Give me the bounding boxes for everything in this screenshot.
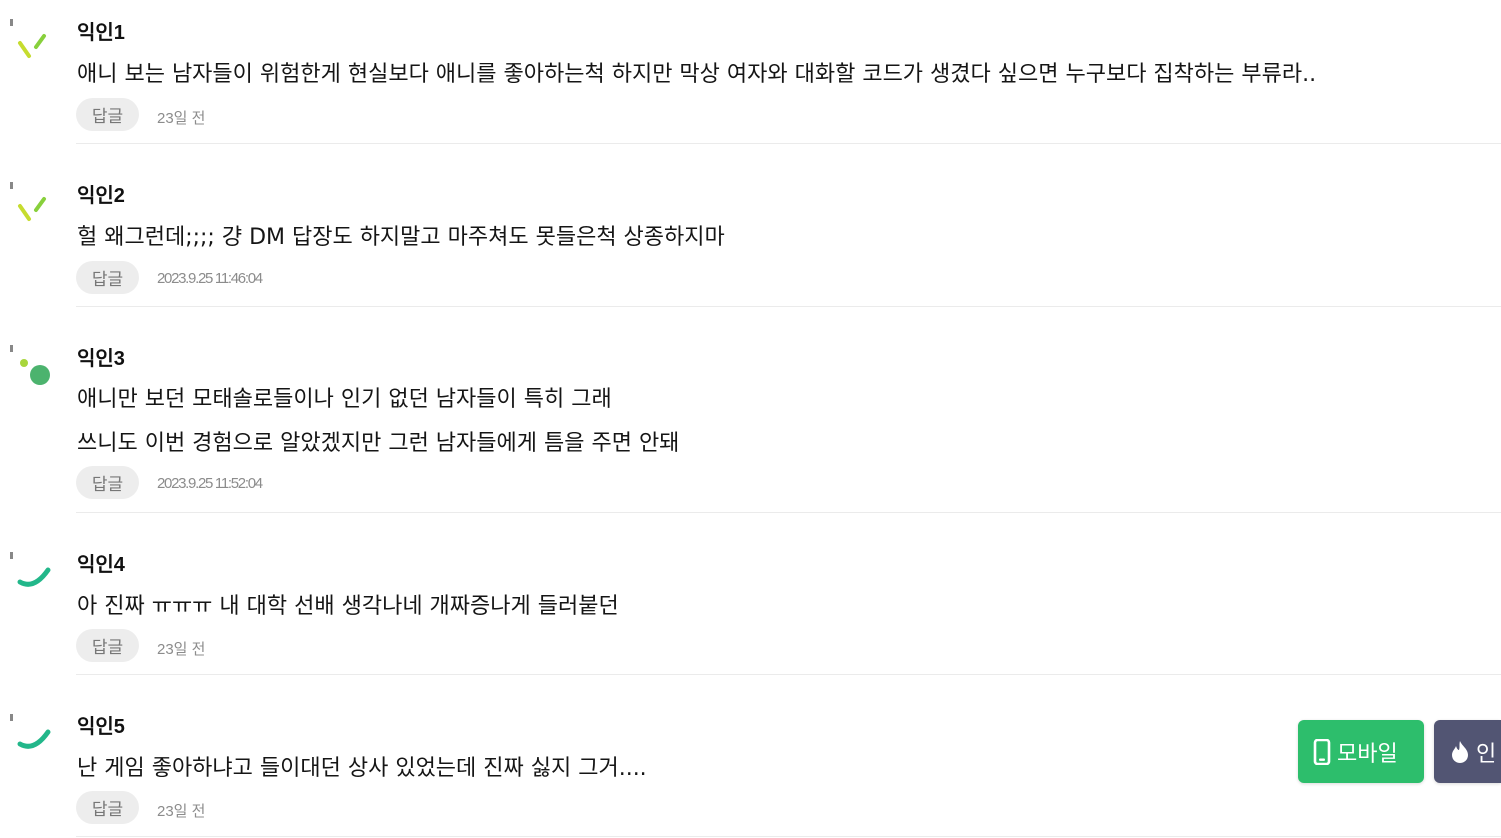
avatar — [10, 182, 46, 221]
mobile-button[interactable]: 모바일 — [1298, 720, 1424, 783]
comment-divider — [76, 143, 1501, 144]
comment-author: 익인3 — [77, 348, 125, 370]
comment-divider — [76, 306, 1501, 307]
comment-text: 애니 보는 남자들이 위험한게 현실보다 애니를 좋아하는척 하지만 막상 여자… — [77, 62, 1317, 87]
comment-timestamp: 2023.9.25 11:52:04 — [157, 475, 263, 492]
comment-timestamp: 23일 전 — [157, 110, 206, 127]
comment-divider — [76, 674, 1501, 675]
reply-button[interactable]: 답글 — [76, 466, 139, 499]
comment-author: 익인4 — [77, 554, 125, 576]
comment-timestamp: 23일 전 — [157, 803, 206, 820]
reply-button[interactable]: 답글 — [76, 261, 139, 294]
comment-timestamp: 2023.9.25 11:46:04 — [157, 270, 263, 287]
comment-timestamp: 23일 전 — [157, 641, 206, 658]
reply-button[interactable]: 답글 — [76, 98, 139, 131]
reply-button[interactable]: 답글 — [76, 629, 139, 662]
reply-button[interactable]: 답글 — [76, 791, 139, 824]
comment-divider — [76, 836, 1501, 837]
comment-text: 아 진짜 ㅠㅠㅠ 내 대학 선배 생각나네 개짜증나게 들러붙던 — [77, 594, 619, 619]
popular-button[interactable]: 인 — [1434, 720, 1501, 783]
avatar — [10, 345, 50, 385]
smartphone-icon — [1313, 738, 1331, 765]
comment-text: 애니만 보던 모태솔로들이나 인기 없던 남자들이 특히 그래 — [77, 387, 612, 412]
comment-author: 익인5 — [77, 716, 125, 738]
mobile-label: 모바일 — [1337, 741, 1398, 767]
comment-text: 난 게임 좋아하냐고 들이대던 상사 있었는데 진짜 싫지 그거.... — [77, 756, 647, 781]
comment-text: 헐 왜그런데;;;; 걍 DM 답장도 하지말고 마주쳐도 못들은척 상종하지마 — [77, 225, 725, 250]
avatar — [10, 19, 46, 58]
comment-text: 쓰니도 이번 경험으로 알았겠지만 그런 남자들에게 틈을 주면 안돼 — [77, 431, 680, 456]
popular-label: 인 — [1476, 741, 1497, 767]
flame-icon — [1452, 740, 1468, 763]
avatar — [10, 552, 51, 587]
avatar — [10, 714, 51, 749]
comment-author: 익인1 — [77, 22, 125, 44]
comment-divider — [76, 512, 1501, 513]
comment-author: 익인2 — [77, 185, 125, 207]
